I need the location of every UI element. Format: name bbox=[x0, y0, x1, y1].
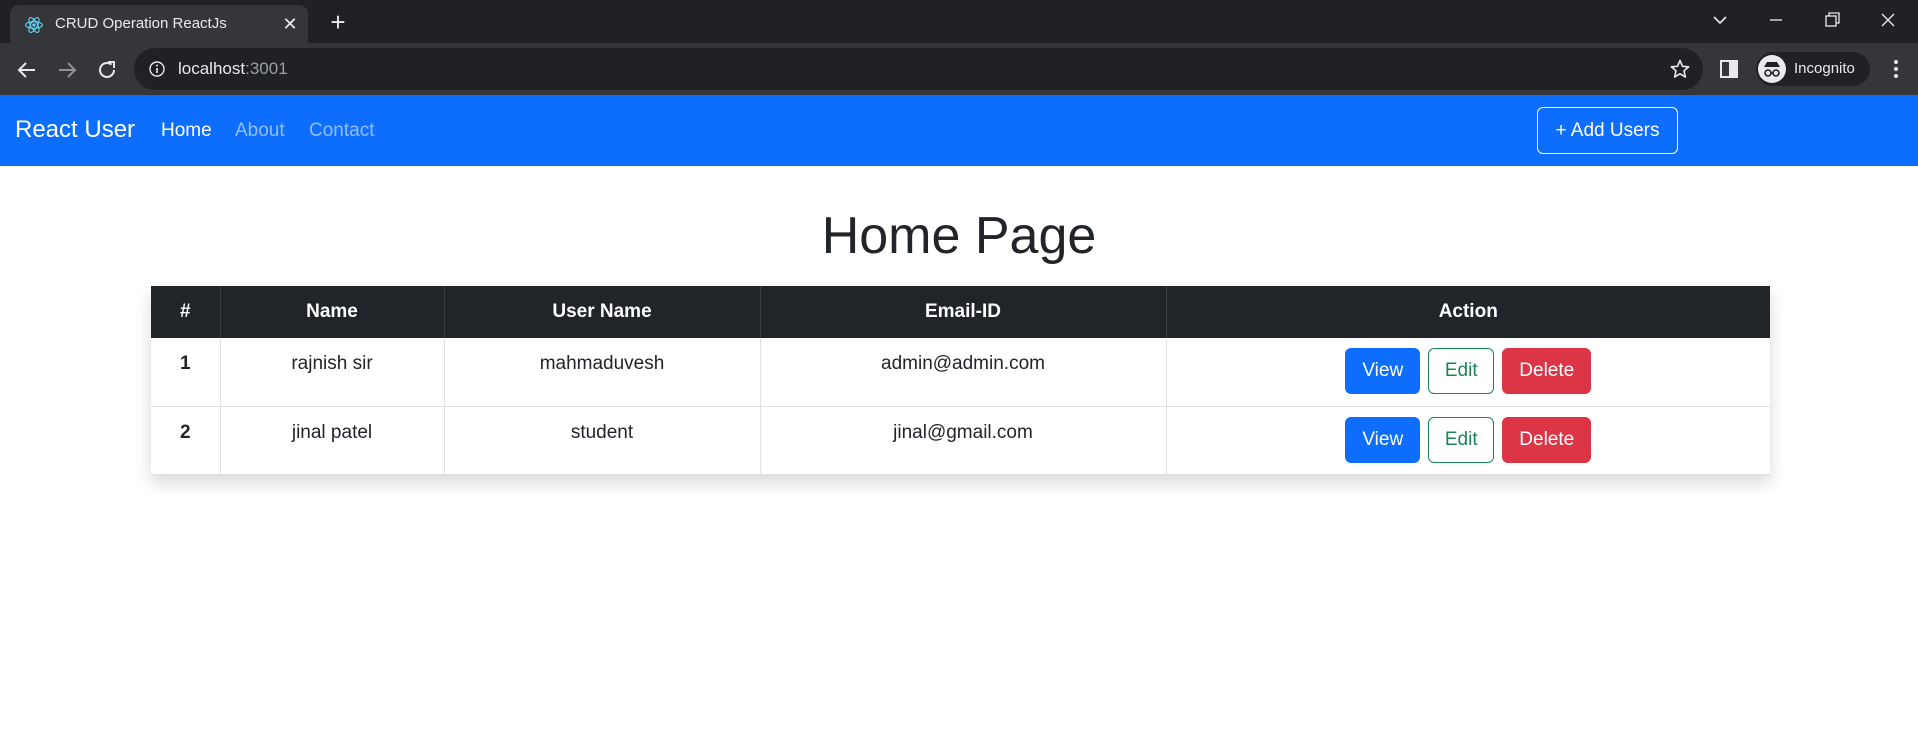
arrow-left-icon[interactable] bbox=[13, 56, 41, 84]
three-dots-icon[interactable] bbox=[1884, 56, 1908, 82]
side-panel-icon[interactable] bbox=[1718, 58, 1740, 80]
cell-name: rajnish sir bbox=[219, 338, 444, 407]
cell-index: 1 bbox=[151, 338, 220, 407]
react-logo-icon bbox=[25, 17, 43, 33]
cell-actions: View Edit Delete bbox=[1165, 338, 1770, 407]
brand-logo[interactable]: React User bbox=[15, 116, 135, 144]
url-text: localhost:3001 bbox=[178, 59, 288, 79]
edit-button[interactable]: Edit bbox=[1428, 348, 1495, 394]
address-bar[interactable]: localhost:3001 bbox=[134, 48, 1703, 90]
profile-button[interactable]: Incognito bbox=[1756, 52, 1870, 86]
cell-actions: View Edit Delete bbox=[1165, 406, 1770, 475]
profile-label: Incognito bbox=[1794, 60, 1855, 77]
info-icon[interactable] bbox=[148, 60, 166, 78]
arrow-right-icon[interactable] bbox=[53, 56, 81, 84]
edit-button[interactable]: Edit bbox=[1428, 416, 1495, 463]
users-table: # Name User Name Email-ID Action 1 rajni… bbox=[151, 286, 1770, 475]
tab-search-icon[interactable] bbox=[1702, 6, 1738, 34]
window-close-icon[interactable] bbox=[1870, 6, 1906, 34]
users-table-container: # Name User Name Email-ID Action 1 rajni… bbox=[151, 286, 1770, 475]
reload-icon[interactable] bbox=[93, 56, 121, 84]
table-row: 1 rajnish sir mahmaduvesh admin@admin.co… bbox=[151, 338, 1770, 407]
table-header-row: # Name User Name Email-ID Action bbox=[151, 286, 1770, 338]
incognito-icon bbox=[1758, 55, 1786, 83]
view-button[interactable]: View bbox=[1345, 348, 1421, 394]
browser-toolbar: localhost:3001 Incognito bbox=[0, 43, 1918, 95]
table-row: 2 jinal patel student jinal@gmail.com Vi… bbox=[151, 406, 1770, 475]
app-navbar: React User Home About Contact + Add User… bbox=[0, 95, 1918, 166]
restore-icon[interactable] bbox=[1814, 6, 1850, 34]
nav-link-contact[interactable]: Contact bbox=[309, 120, 374, 142]
cell-username: mahmaduvesh bbox=[443, 338, 760, 407]
nav-link-about[interactable]: About bbox=[235, 120, 285, 142]
url-port: :3001 bbox=[245, 59, 288, 78]
cell-username: student bbox=[443, 406, 760, 475]
plus-icon[interactable]: + bbox=[324, 8, 352, 36]
delete-button[interactable]: Delete bbox=[1502, 348, 1592, 394]
cell-name: jinal patel bbox=[219, 406, 444, 475]
view-button[interactable]: View bbox=[1345, 416, 1421, 463]
delete-button[interactable]: Delete bbox=[1502, 416, 1592, 463]
column-header-index: # bbox=[151, 286, 220, 338]
cell-email: jinal@gmail.com bbox=[759, 406, 1166, 475]
column-header-name: Name bbox=[219, 286, 444, 338]
browser-tab-bar: CRUD Operation ReactJs ✕ + bbox=[0, 0, 1918, 43]
browser-tab[interactable]: CRUD Operation ReactJs ✕ bbox=[10, 5, 308, 43]
cell-email: admin@admin.com bbox=[759, 338, 1166, 407]
star-icon[interactable] bbox=[1669, 58, 1691, 80]
nav-link-home[interactable]: Home bbox=[161, 120, 212, 142]
column-header-username: User Name bbox=[443, 286, 760, 338]
minimize-icon[interactable] bbox=[1758, 6, 1794, 34]
add-users-button[interactable]: + Add Users bbox=[1537, 107, 1678, 154]
url-host: localhost bbox=[178, 59, 246, 78]
page-title: Home Page bbox=[821, 207, 1097, 265]
column-header-action: Action bbox=[1165, 286, 1770, 338]
column-header-email: Email-ID bbox=[759, 286, 1166, 338]
close-icon[interactable]: ✕ bbox=[280, 14, 300, 34]
cell-index: 2 bbox=[151, 406, 220, 475]
tab-title: CRUD Operation ReactJs bbox=[55, 15, 227, 32]
